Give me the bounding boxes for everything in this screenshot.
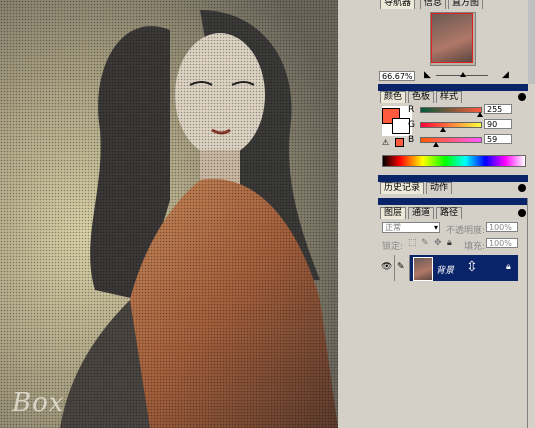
workspace-background — [338, 0, 378, 428]
watermark-text: Box — [12, 388, 65, 418]
opacity-label: 不透明度: — [446, 226, 486, 236]
navigator-preview[interactable] — [430, 12, 476, 66]
navigator-scrollbar[interactable] — [528, 0, 535, 84]
zoom-out-icon[interactable]: ◣ — [424, 70, 431, 80]
lock-image-icon[interactable]: ✎ — [421, 238, 429, 248]
layers-panel: 图层 通道 路径 正常 ▾ 不透明度: 100% 锁定: ⬚ ✎ ✥ 🔒︎ 填充… — [378, 205, 528, 428]
panel-menu-icon[interactable] — [518, 93, 526, 101]
tab-navigator[interactable]: 导航器 — [380, 0, 416, 9]
tab-histogram[interactable]: 直方图 — [448, 0, 484, 9]
b-value-field[interactable]: 59 — [484, 134, 512, 144]
fill-field[interactable]: 100% — [486, 238, 518, 248]
tab-actions[interactable]: 动作 — [426, 182, 453, 194]
photo-image — [0, 0, 338, 428]
blend-mode-value: 正常 — [385, 223, 401, 232]
history-menu-icon[interactable] — [518, 184, 526, 192]
g-slider-thumb[interactable] — [440, 127, 446, 132]
brush-icon: ✎ — [397, 262, 405, 272]
b-slider-thumb[interactable] — [433, 142, 439, 147]
tab-layers[interactable]: 图层 — [380, 207, 407, 219]
color-panel: 颜色 色板 样式 R 255 G 90 ⚠ B 59 — [378, 91, 528, 171]
b-label: B — [408, 135, 415, 145]
chevron-down-icon: ▾ — [433, 223, 438, 232]
r-slider[interactable] — [420, 107, 482, 113]
tab-paths[interactable]: 路径 — [436, 207, 463, 219]
navigator-tabbar: 导航器 信息 直方图 — [378, 0, 528, 9]
layers-scrollbar[interactable] — [527, 198, 535, 428]
eye-icon[interactable]: 👁︎ — [381, 262, 392, 272]
gamut-warning-icon[interactable]: ⚠ — [382, 138, 389, 147]
tab-color[interactable]: 颜色 — [380, 91, 407, 103]
gamut-color-chip[interactable] — [395, 138, 404, 147]
lock-label: 锁定: — [382, 242, 404, 252]
layers-menu-icon[interactable] — [518, 209, 526, 217]
brush-cell[interactable]: ✎ — [395, 255, 410, 281]
g-label: G — [408, 120, 415, 130]
zoom-slider-thumb[interactable] — [460, 72, 466, 77]
lock-position-icon[interactable]: ✥ — [434, 238, 442, 248]
r-slider-thumb[interactable] — [477, 112, 483, 117]
blend-mode-select[interactable]: 正常 ▾ — [382, 222, 440, 233]
zoom-in-icon[interactable]: ◢ — [502, 70, 509, 80]
history-panel: 历史记录 动作 — [378, 182, 528, 196]
opacity-field[interactable]: 100% — [486, 222, 518, 232]
r-value-field[interactable]: 255 — [484, 104, 512, 114]
tab-info[interactable]: 信息 — [420, 0, 447, 9]
view-box[interactable] — [431, 13, 473, 63]
g-value-field[interactable]: 90 — [484, 119, 512, 129]
layer-row-background[interactable]: 👁︎ ✎ 背景 ⇳ 🔒︎ — [378, 255, 518, 281]
tab-channels[interactable]: 通道 — [408, 207, 435, 219]
visibility-cell[interactable]: 👁︎ — [378, 255, 395, 281]
palettes-column: 导航器 信息 直方图 66.67% ◣ ◢ 颜色 色板 样式 R 255 G 9… — [378, 0, 535, 428]
layer-link-icon: ⇳ — [466, 259, 478, 275]
navigator-panel: 导航器 信息 直方图 66.67% ◣ ◢ — [378, 0, 528, 84]
color-ramp[interactable] — [382, 155, 526, 167]
layer-thumbnail[interactable] — [413, 257, 433, 281]
tab-history[interactable]: 历史记录 — [380, 182, 425, 194]
zoom-field[interactable]: 66.67% — [379, 71, 415, 81]
document-canvas[interactable]: Box — [0, 0, 338, 428]
lock-all-icon[interactable]: 🔒︎ — [447, 238, 452, 248]
history-panel-titlebar[interactable] — [378, 175, 528, 182]
tab-swatches[interactable]: 色板 — [408, 91, 435, 103]
color-panel-titlebar[interactable] — [378, 84, 528, 91]
fill-label: 填充: — [464, 242, 486, 252]
r-label: R — [408, 105, 415, 115]
layers-panel-titlebar[interactable] — [378, 198, 528, 205]
layer-lock-icon: 🔒︎ — [506, 262, 511, 272]
layers-list-empty — [378, 282, 518, 428]
tab-styles[interactable]: 样式 — [436, 91, 463, 103]
zoom-bar: 66.67% ◣ ◢ — [378, 70, 528, 82]
lock-transparency-icon[interactable]: ⬚ — [408, 238, 417, 248]
g-slider[interactable] — [420, 122, 482, 128]
layer-name[interactable]: 背景 — [436, 263, 454, 276]
b-slider[interactable] — [420, 137, 482, 143]
